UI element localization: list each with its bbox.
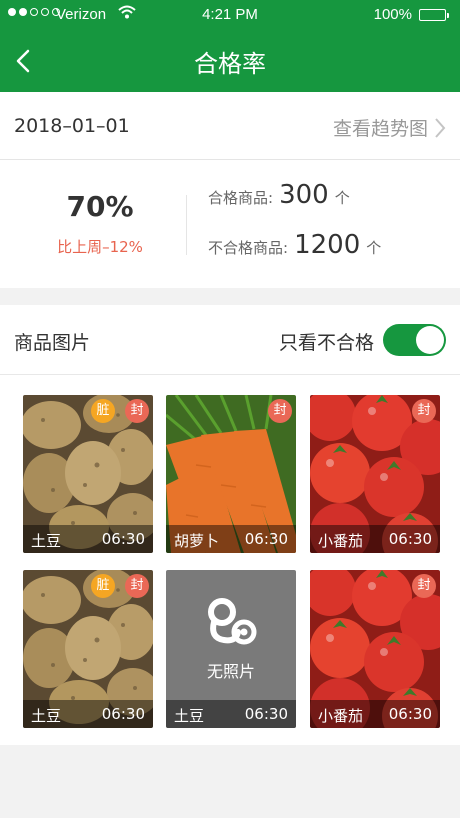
product-card[interactable]: 封 小番茄 06:30 (310, 395, 440, 553)
product-name: 土豆 (174, 707, 205, 725)
product-card[interactable]: 封 胡萝卜 06:30 (166, 395, 296, 553)
only-unqualified-toggle[interactable] (383, 324, 446, 356)
unqualified-value: 1200 (294, 230, 361, 260)
unqualified-label: 不合格商品: (208, 239, 289, 257)
qualified-count-row: 合格商品: 300 个 (208, 180, 350, 210)
nav-bar: 合格率 (0, 30, 460, 92)
capture-time: 06:30 (244, 530, 288, 548)
no-photo-icon (208, 598, 257, 645)
card-caption: 土豆 06:30 (23, 525, 153, 553)
product-card[interactable]: 脏 封 土豆 06:30 (23, 395, 153, 553)
sealed-badge: 封 (125, 399, 149, 423)
view-trend-label: 查看趋势图 (332, 118, 428, 140)
pass-rate-value: 70% (66, 190, 134, 223)
dirty-badge: 脏 (91, 399, 115, 423)
capture-time: 06:30 (388, 705, 432, 723)
card-caption: 土豆 06:30 (23, 700, 153, 728)
product-card[interactable]: 封 小番茄 06:30 (310, 570, 440, 728)
date-row: 2018–01–01 查看趋势图 (0, 92, 460, 160)
capture-time: 06:30 (244, 705, 288, 723)
page-title: 合格率 (194, 50, 266, 78)
capture-time: 06:30 (101, 530, 145, 548)
qualified-label: 合格商品: (208, 189, 274, 207)
gallery-title: 商品图片 (14, 332, 91, 354)
filter-label: 只看不合格 (278, 332, 374, 354)
date-selector[interactable]: 2018–01–01 (14, 115, 130, 137)
product-gallery: 商品图片 只看不合格 脏 封 土豆 06:30 封 胡萝卜 06:30 封 小番… (0, 305, 460, 745)
product-name: 小番茄 (318, 532, 364, 550)
chevron-right-icon (435, 117, 446, 138)
view-trend-link[interactable]: 查看趋势图 (333, 114, 446, 141)
card-caption: 胡萝卜 06:30 (166, 525, 296, 553)
capture-time: 06:30 (101, 705, 145, 723)
product-name: 胡萝卜 (174, 532, 220, 550)
battery-percent: 100% (373, 6, 412, 23)
card-caption: 土豆 06:30 (166, 700, 296, 728)
product-name: 土豆 (31, 532, 62, 550)
divider (186, 195, 187, 255)
product-card[interactable]: 脏 封 土豆 06:30 (23, 570, 153, 728)
stats-panel: 70% 比上周–12% 合格商品: 300 个 不合格商品: 1200 个 (0, 160, 460, 288)
product-name: 小番茄 (318, 707, 364, 725)
dirty-badge: 脏 (91, 574, 115, 598)
status-bar: Verizon 4:21 PM 100% (0, 0, 460, 30)
toggle-knob (416, 326, 444, 354)
sealed-badge: 封 (412, 399, 436, 423)
week-compare: 比上周–12% (57, 238, 143, 256)
sealed-badge: 封 (125, 574, 149, 598)
sealed-badge: 封 (268, 399, 292, 423)
sealed-badge: 封 (412, 574, 436, 598)
card-caption: 小番茄 06:30 (310, 700, 440, 728)
no-photo-label: 无照片 (206, 662, 255, 681)
qualified-value: 300 (279, 180, 329, 210)
product-name: 土豆 (31, 707, 62, 725)
capture-time: 06:30 (388, 530, 432, 548)
card-caption: 小番茄 06:30 (310, 525, 440, 553)
unqualified-count-row: 不合格商品: 1200 个 (208, 230, 381, 260)
gallery-header: 商品图片 只看不合格 (0, 305, 460, 375)
battery-icon (419, 9, 449, 21)
qualified-unit: 个 (334, 189, 350, 207)
product-card[interactable]: 无照片 土豆 06:30 (166, 570, 296, 728)
unqualified-unit: 个 (366, 239, 382, 257)
